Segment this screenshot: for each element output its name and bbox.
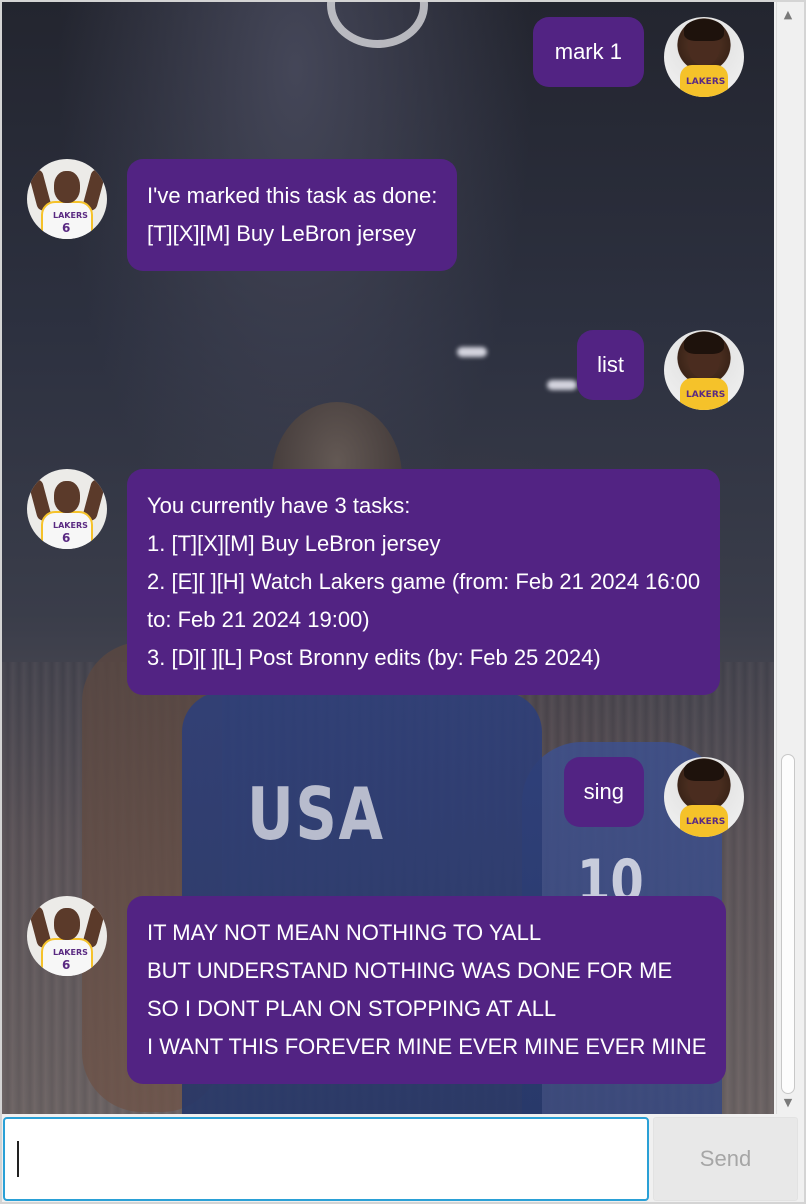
- user-avatar: LAKERS: [664, 330, 744, 410]
- background-light: [457, 347, 487, 357]
- scrollbar-thumb[interactable]: [781, 754, 795, 1094]
- avatar-jersey-text: LAKERS: [686, 817, 726, 827]
- bot-message-bubble: You currently have 3 tasks: 1. [T][X][M]…: [127, 469, 721, 695]
- message-text: 3. [D][ ][L] Post Bronny edits (by: Feb …: [147, 645, 601, 670]
- message-text: BUT UNDERSTAND NOTHING WAS DONE FOR ME: [147, 958, 673, 983]
- bot-message-bubble: IT MAY NOT MEAN NOTHING TO YALL BUT UNDE…: [127, 896, 727, 1084]
- message-text: mark 1: [554, 39, 622, 64]
- scroll-up-arrow-icon[interactable]: ▲: [777, 4, 799, 24]
- background-jersey-text: USA: [247, 772, 385, 856]
- text-cursor: [17, 1141, 19, 1177]
- user-message-bubble: sing: [563, 757, 644, 827]
- avatar-jersey-text: LAKERS: [686, 390, 726, 400]
- background-arena-ring: [327, 2, 428, 48]
- avatar-jersey-text: LAKERS: [53, 521, 88, 530]
- user-avatar: LAKERS: [664, 17, 744, 97]
- user-message-bubble: mark 1: [532, 17, 644, 87]
- message-text: SO I DONT PLAN ON STOPPING AT ALL: [147, 996, 557, 1021]
- message-input[interactable]: [3, 1117, 649, 1201]
- user-message-row: list LAKERS: [577, 330, 744, 410]
- chat-window: 10 USA mark 1 LAKERS LAKERS 6 I've marke…: [0, 0, 806, 1204]
- bot-message-row: LAKERS 6 I've marked this task as done: …: [27, 159, 458, 271]
- user-message-row: mark 1 LAKERS: [532, 17, 744, 97]
- message-text: 1. [T][X][M] Buy LeBron jersey: [147, 531, 441, 556]
- message-text: You currently have 3 tasks:: [147, 493, 411, 518]
- background-light: [547, 380, 577, 390]
- avatar-jersey-text: LAKERS: [53, 211, 88, 220]
- avatar-jersey-number: 6: [62, 221, 71, 235]
- message-text: to: Feb 21 2024 19:00): [147, 607, 370, 632]
- chat-scroll-area[interactable]: 10 USA mark 1 LAKERS LAKERS 6 I've marke…: [2, 2, 774, 1114]
- bot-avatar: LAKERS 6: [27, 896, 107, 976]
- bot-message-row: LAKERS 6 You currently have 3 tasks: 1. …: [27, 469, 721, 695]
- message-text: sing: [583, 779, 624, 804]
- bot-avatar: LAKERS 6: [27, 469, 107, 549]
- scroll-down-arrow-icon[interactable]: ▼: [777, 1092, 799, 1112]
- bot-avatar: LAKERS 6: [27, 159, 107, 239]
- input-bar: Send: [0, 1114, 806, 1204]
- vertical-scrollbar[interactable]: ▲ ▼: [776, 2, 798, 1114]
- message-text: 2. [E][ ][H] Watch Lakers game (from: Fe…: [147, 569, 701, 594]
- message-text: I WANT THIS FOREVER MINE EVER MINE EVER …: [147, 1034, 707, 1059]
- user-message-bubble: list: [577, 330, 644, 400]
- avatar-jersey-number: 6: [62, 531, 71, 545]
- avatar-jersey-text: LAKERS: [53, 948, 88, 957]
- user-message-row: sing LAKERS: [563, 757, 744, 837]
- message-text: [T][X][M] Buy LeBron jersey: [147, 221, 416, 246]
- message-text: list: [597, 352, 624, 377]
- message-text: I've marked this task as done:: [147, 183, 438, 208]
- bot-message-row: LAKERS 6 IT MAY NOT MEAN NOTHING TO YALL…: [27, 896, 727, 1084]
- user-avatar: LAKERS: [664, 757, 744, 837]
- avatar-jersey-number: 6: [62, 958, 71, 972]
- avatar-jersey-text: LAKERS: [686, 77, 726, 87]
- send-button[interactable]: Send: [653, 1117, 798, 1201]
- bot-message-bubble: I've marked this task as done: [T][X][M]…: [127, 159, 458, 271]
- message-text: IT MAY NOT MEAN NOTHING TO YALL: [147, 920, 542, 945]
